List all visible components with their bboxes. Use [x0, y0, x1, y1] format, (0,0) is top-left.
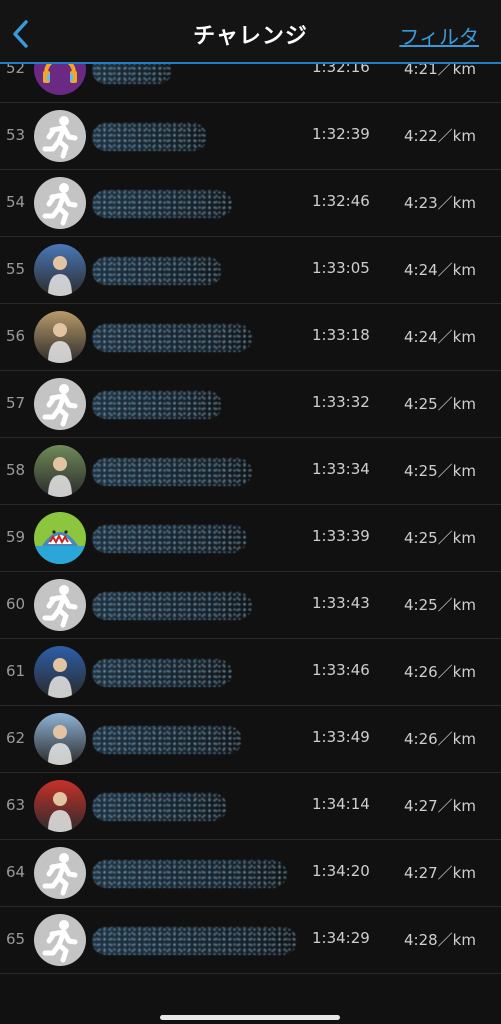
- leaderboard-row[interactable]: 58 1:33:34 4:25／km: [0, 438, 501, 505]
- pace: 4:25／km: [404, 462, 476, 480]
- pace: 4:25／km: [404, 529, 476, 547]
- finish-time: 1:33:32: [312, 393, 370, 411]
- name-blurred: [92, 592, 252, 620]
- leaderboard-row[interactable]: 61 1:33:46 4:26／km: [0, 639, 501, 706]
- runner-icon: [34, 579, 86, 631]
- rank-number: 60: [6, 595, 26, 613]
- avatar[interactable]: [34, 579, 86, 631]
- avatar[interactable]: [34, 378, 86, 430]
- pace: 4:25／km: [404, 395, 476, 413]
- shark-icon: [34, 512, 86, 564]
- profile-photo: [34, 646, 86, 698]
- name-blurred: [92, 726, 242, 754]
- finish-time: 1:33:39: [312, 527, 370, 545]
- avatar[interactable]: [34, 512, 86, 564]
- name-blurred: [92, 257, 222, 285]
- finish-time: 1:33:49: [312, 728, 370, 746]
- profile-photo: [34, 311, 86, 363]
- pace: 4:25／km: [404, 596, 476, 614]
- finish-time: 1:33:34: [312, 460, 370, 478]
- name-blurred: [92, 391, 222, 419]
- home-indicator[interactable]: [160, 1015, 340, 1020]
- rank-number: 62: [6, 729, 26, 747]
- leaderboard-row[interactable]: 57 1:33:32 4:25／km: [0, 371, 501, 438]
- rank-number: 64: [6, 863, 26, 881]
- leaderboard-row[interactable]: 56 1:33:18 4:24／km: [0, 304, 501, 371]
- rank-number: 57: [6, 394, 26, 412]
- name-blurred: [92, 324, 252, 352]
- profile-photo: [34, 445, 86, 497]
- leaderboard-row[interactable]: 53 1:32:39 4:22／km: [0, 103, 501, 170]
- rank-number: 54: [6, 193, 26, 211]
- rank-number: 65: [6, 930, 26, 948]
- runner-icon: [34, 110, 86, 162]
- avatar[interactable]: [34, 914, 86, 966]
- avatar[interactable]: [34, 311, 86, 363]
- leaderboard-row[interactable]: 55 1:33:05 4:24／km: [0, 237, 501, 304]
- finish-time: 1:33:05: [312, 259, 370, 277]
- finish-time: 1:34:20: [312, 862, 370, 880]
- rank-number: 61: [6, 662, 26, 680]
- leaderboard-row[interactable]: 59 1:33:39 4:25／km: [0, 505, 501, 572]
- rank-number: 58: [6, 461, 26, 479]
- name-blurred: [92, 793, 227, 821]
- rank-number: 59: [6, 528, 26, 546]
- leaderboard-row[interactable]: 64 1:34:20 4:27／km: [0, 840, 501, 907]
- name-blurred: [92, 659, 232, 687]
- pace: 4:27／km: [404, 864, 476, 882]
- name-blurred: [92, 123, 207, 151]
- avatar[interactable]: [34, 847, 86, 899]
- finish-time: 1:32:39: [312, 125, 370, 143]
- name-blurred: [92, 458, 252, 486]
- nav-bar: チャレンジ フィルタ: [0, 0, 501, 64]
- avatar[interactable]: [34, 445, 86, 497]
- leaderboard-row[interactable]: 60 1:33:43 4:25／km: [0, 572, 501, 639]
- avatar[interactable]: [34, 713, 86, 765]
- profile-photo: [34, 713, 86, 765]
- leaderboard-row[interactable]: 62 1:33:49 4:26／km: [0, 706, 501, 773]
- leaderboard-row[interactable]: 54 1:32:46 4:23／km: [0, 170, 501, 237]
- leaderboard-row[interactable]: 65 1:34:29 4:28／km: [0, 907, 501, 974]
- name-blurred: [92, 927, 297, 955]
- pace: 4:24／km: [404, 261, 476, 279]
- pace: 4:24／km: [404, 328, 476, 346]
- runner-icon: [34, 847, 86, 899]
- runner-icon: [34, 177, 86, 229]
- filter-button[interactable]: フィルタ: [399, 21, 479, 50]
- runner-icon: [34, 914, 86, 966]
- rank-number: 63: [6, 796, 26, 814]
- pace: 4:26／km: [404, 663, 476, 681]
- profile-photo: [34, 780, 86, 832]
- avatar[interactable]: [34, 177, 86, 229]
- pace: 4:22／km: [404, 127, 476, 145]
- pace: 4:23／km: [404, 194, 476, 212]
- rank-number: 56: [6, 327, 26, 345]
- avatar[interactable]: [34, 646, 86, 698]
- pace: 4:27／km: [404, 797, 476, 815]
- profile-photo: [34, 244, 86, 296]
- avatar[interactable]: [34, 244, 86, 296]
- leaderboard-row[interactable]: 63 1:34:14 4:27／km: [0, 773, 501, 840]
- rank-number: 55: [6, 260, 26, 278]
- finish-time: 1:33:46: [312, 661, 370, 679]
- avatar[interactable]: [34, 110, 86, 162]
- pace: 4:26／km: [404, 730, 476, 748]
- finish-time: 1:33:43: [312, 594, 370, 612]
- finish-time: 1:33:18: [312, 326, 370, 344]
- name-blurred: [92, 190, 232, 218]
- finish-time: 1:34:14: [312, 795, 370, 813]
- runner-icon: [34, 378, 86, 430]
- finish-time: 1:32:46: [312, 192, 370, 210]
- avatar[interactable]: [34, 780, 86, 832]
- rank-number: 53: [6, 126, 26, 144]
- name-blurred: [92, 860, 287, 888]
- pace: 4:28／km: [404, 931, 476, 949]
- finish-time: 1:34:29: [312, 929, 370, 947]
- name-blurred: [92, 525, 247, 553]
